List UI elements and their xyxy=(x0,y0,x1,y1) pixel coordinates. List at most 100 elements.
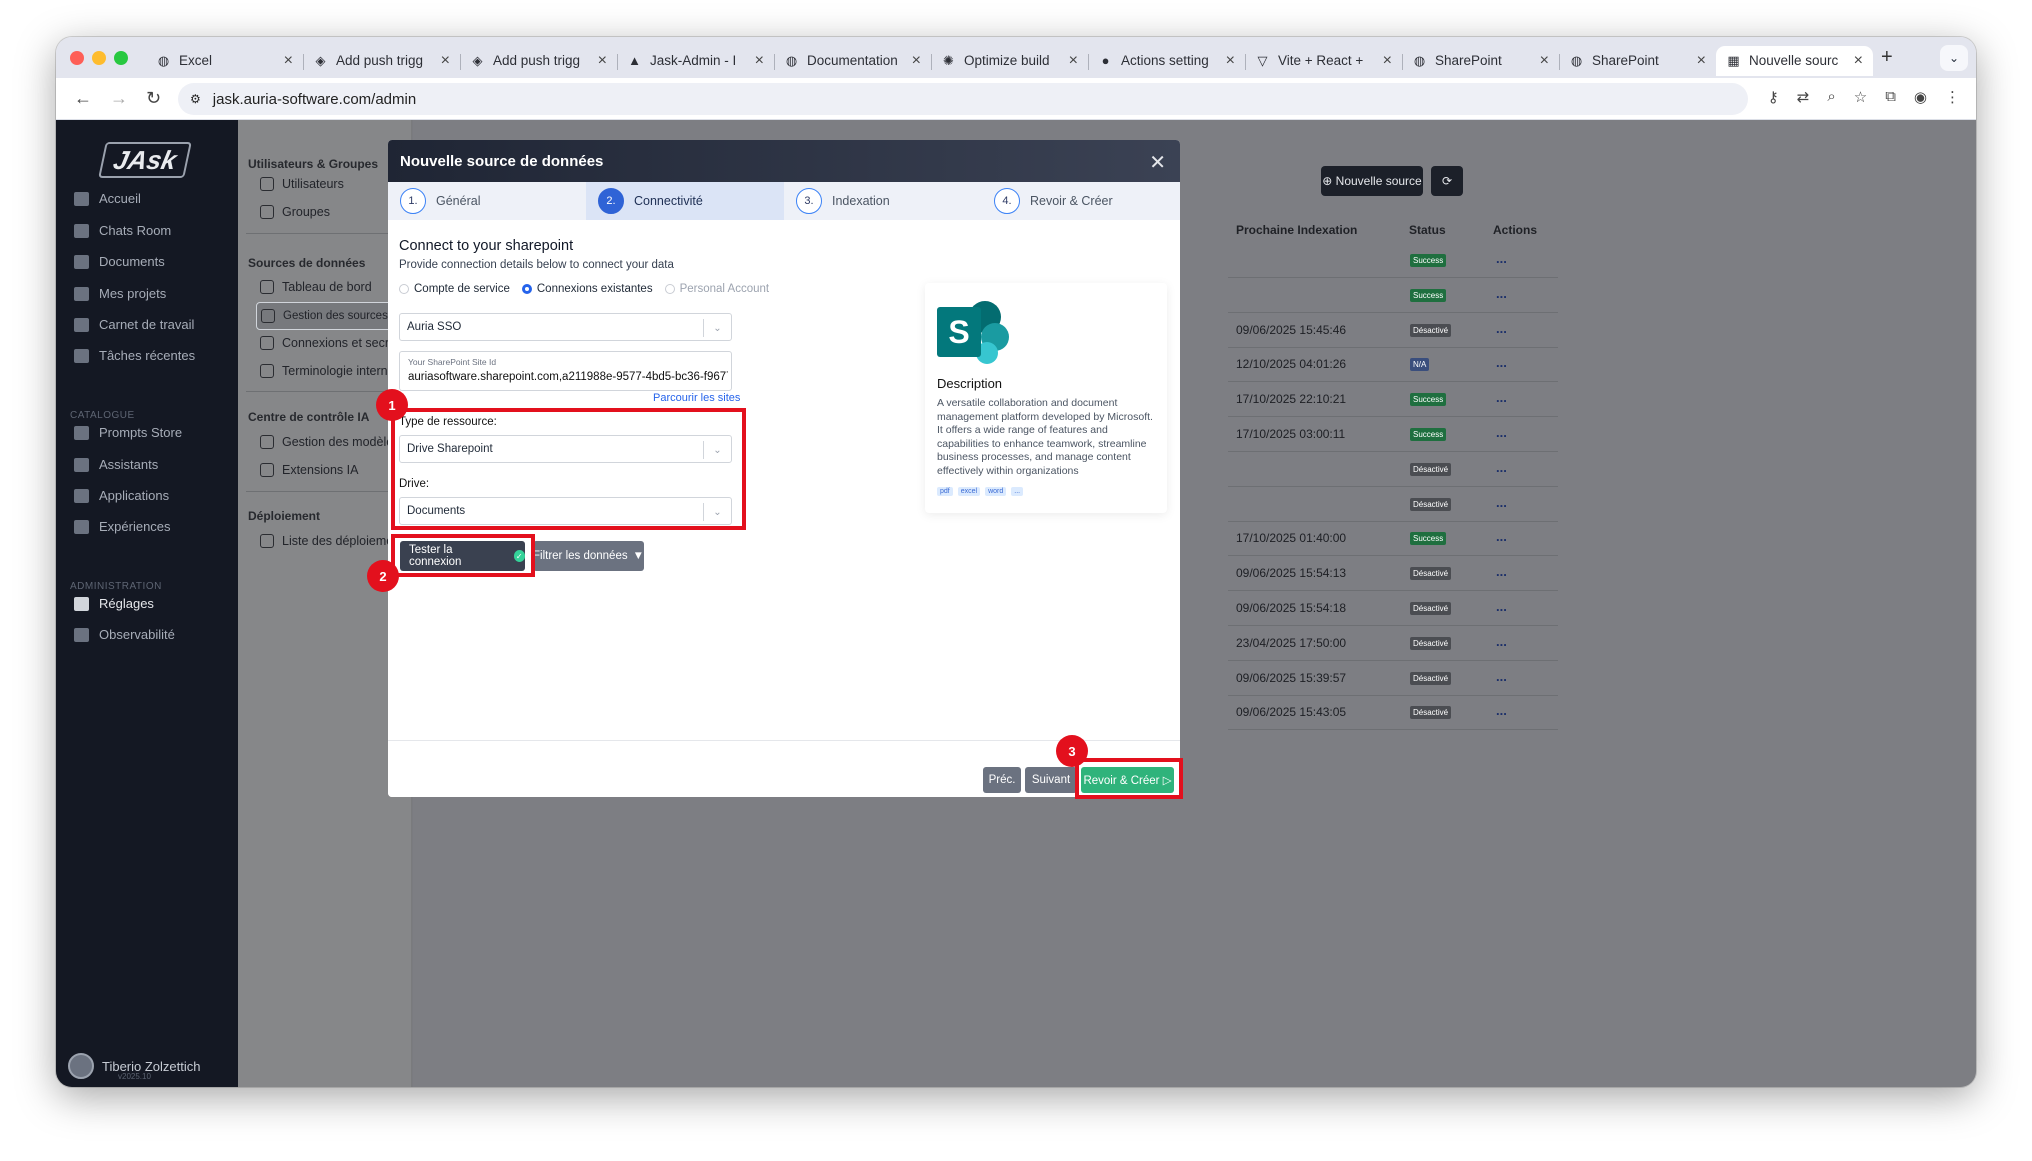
row-actions-menu[interactable]: ... xyxy=(1496,425,1507,440)
sidebar-item-prompts[interactable]: Prompts Store xyxy=(74,425,182,440)
site-settings-icon[interactable]: ⚙ xyxy=(190,92,201,106)
sidebar-item-chats-room[interactable]: Chats Room xyxy=(74,223,171,238)
submenu-group-users[interactable]: Utilisateurs & Groupes xyxy=(248,157,378,171)
submenu-group-sources[interactable]: Sources de données xyxy=(248,256,365,270)
browser-tab[interactable]: ✺ Optimize build × xyxy=(931,46,1088,76)
previous-button[interactable]: Préc. xyxy=(983,767,1021,793)
row-actions-menu[interactable]: ... xyxy=(1496,529,1507,544)
row-actions-menu[interactable]: ... xyxy=(1496,564,1507,579)
password-key-icon[interactable]: ⚷ xyxy=(1768,88,1779,106)
close-tab-icon[interactable]: × xyxy=(441,52,450,70)
bookmark-star-icon[interactable]: ☆ xyxy=(1854,88,1867,106)
radio-personal-account[interactable]: Personal Account xyxy=(664,283,769,295)
submenu-item-groupes[interactable]: Groupes xyxy=(260,205,330,219)
browser-tab[interactable]: ◈ Add push trigg × xyxy=(460,46,617,76)
submenu-item-tableau[interactable]: Tableau de bord xyxy=(260,280,372,294)
sidebar-item-accueil[interactable]: Accueil xyxy=(74,191,141,206)
table-row[interactable]: 17/10/2025 22:10:21 Success... xyxy=(1228,382,1558,418)
close-tab-icon[interactable]: × xyxy=(598,52,607,70)
table-row[interactable]: 09/06/2025 15:43:05 Désactivé... xyxy=(1228,695,1558,731)
sidebar-item-documents[interactable]: Documents xyxy=(74,254,165,269)
step-connectivite[interactable]: 2. Connectivité xyxy=(586,182,784,220)
browser-tab[interactable]: ◍ Documentation × xyxy=(774,46,931,76)
back-icon[interactable]: ← xyxy=(74,88,92,109)
sidebar-item-assistants[interactable]: Assistants xyxy=(74,457,158,472)
radio-compte-service[interactable]: Compte de service xyxy=(399,283,510,295)
submenu-group-deploiement[interactable]: Déploiement xyxy=(248,509,320,523)
row-actions-menu[interactable]: ... xyxy=(1496,355,1507,370)
table-row[interactable]: Désactivé... xyxy=(1228,487,1558,522)
close-tab-icon[interactable]: × xyxy=(1854,52,1863,70)
row-actions-menu[interactable]: ... xyxy=(1496,286,1507,301)
table-row[interactable]: 09/06/2025 15:39:57 Désactivé... xyxy=(1228,661,1558,696)
sidebar-item-carnet[interactable]: Carnet de travail xyxy=(74,317,194,332)
step-indexation[interactable]: 3. Indexation xyxy=(784,182,982,220)
table-row[interactable]: 17/10/2025 01:40:00 Success... xyxy=(1228,521,1558,557)
row-actions-menu[interactable]: ... xyxy=(1496,495,1507,510)
row-actions-menu[interactable]: ... xyxy=(1496,634,1507,649)
sidebar-item-mes-projets[interactable]: Mes projets xyxy=(74,286,166,301)
new-source-button[interactable]: ⊕ Nouvelle source xyxy=(1321,166,1423,196)
row-actions-menu[interactable]: ... xyxy=(1496,669,1507,684)
table-row[interactable]: 12/10/2025 04:01:26 N/A... xyxy=(1228,347,1558,383)
close-tab-icon[interactable]: × xyxy=(1226,52,1235,70)
close-tab-icon[interactable]: × xyxy=(1383,52,1392,70)
tab-search-button[interactable]: ⌄ xyxy=(1940,45,1968,71)
radio-connexions-existantes[interactable]: Connexions existantes xyxy=(521,283,653,295)
table-row[interactable]: Success... xyxy=(1228,243,1558,278)
table-row[interactable]: 09/06/2025 15:54:18 Désactivé... xyxy=(1228,591,1558,626)
row-actions-menu[interactable]: ... xyxy=(1496,251,1507,266)
forward-icon[interactable]: → xyxy=(110,88,128,109)
row-actions-menu[interactable]: ... xyxy=(1496,599,1507,614)
close-icon[interactable]: ✕ xyxy=(1149,150,1166,175)
table-row[interactable]: 17/10/2025 03:00:11 Success... xyxy=(1228,417,1558,452)
zoom-icon[interactable]: ⌕ xyxy=(1827,88,1835,106)
table-row[interactable]: Success... xyxy=(1228,278,1558,313)
row-actions-menu[interactable]: ... xyxy=(1496,321,1507,336)
sidebar-item-taches[interactable]: Tâches récentes xyxy=(74,348,195,363)
browser-tab[interactable]: ▽ Vite + React + × xyxy=(1245,46,1402,76)
row-actions-menu[interactable]: ... xyxy=(1496,390,1507,405)
close-window-button[interactable] xyxy=(70,50,84,65)
submenu-item-terminologie[interactable]: Terminologie interne xyxy=(260,364,395,378)
close-tab-icon[interactable]: × xyxy=(755,52,764,70)
close-tab-icon[interactable]: × xyxy=(912,52,921,70)
browser-tab[interactable]: ◍ SharePoint × xyxy=(1559,46,1716,76)
reload-icon[interactable]: ↻ xyxy=(146,88,161,109)
sidebar-item-experiences[interactable]: Expériences xyxy=(74,519,171,534)
submenu-item-connexions[interactable]: Connexions et secrets xyxy=(260,336,406,350)
minimize-window-button[interactable] xyxy=(92,50,106,65)
new-tab-button[interactable]: + xyxy=(1881,46,1893,69)
extensions-icon[interactable]: ⧉ xyxy=(1885,88,1896,106)
close-tab-icon[interactable]: × xyxy=(1069,52,1078,70)
browser-tab[interactable]: ▦ Nouvelle sourc × xyxy=(1716,45,1873,76)
submenu-item-modeles[interactable]: Gestion des modèles xyxy=(260,435,399,449)
step-revoir[interactable]: 4. Revoir & Créer xyxy=(982,182,1180,220)
submenu-group-ia[interactable]: Centre de contrôle IA xyxy=(248,410,369,424)
browser-menu-icon[interactable]: ⋮ xyxy=(1945,88,1960,106)
table-row[interactable]: Désactivé... xyxy=(1228,452,1558,487)
maximize-window-button[interactable] xyxy=(114,50,128,65)
browser-tab[interactable]: ◍ SharePoint × xyxy=(1402,46,1559,76)
translate-icon[interactable]: ⇄ xyxy=(1797,88,1810,106)
connection-select[interactable]: Auria SSO ⌄ xyxy=(399,313,732,341)
browser-tab[interactable]: ◍ Excel × xyxy=(146,46,303,76)
browse-sites-link[interactable]: Parcourir les sites xyxy=(653,392,740,404)
submenu-item-utilisateurs[interactable]: Utilisateurs xyxy=(260,177,344,191)
col-status[interactable]: Status xyxy=(1409,223,1446,237)
submenu-item-gestion-sources[interactable]: Gestion des sources xyxy=(256,302,396,330)
close-tab-icon[interactable]: × xyxy=(284,52,293,70)
filter-data-button[interactable]: Filtrer les données ▼ xyxy=(533,541,644,571)
browser-tab[interactable]: ◈ Add push trigg × xyxy=(303,46,460,76)
sharepoint-site-id-field[interactable]: Your SharePoint Site Id auriasoftware.sh… xyxy=(399,351,732,391)
refresh-button[interactable]: ⟳ xyxy=(1431,166,1463,196)
profile-avatar[interactable]: ◉ xyxy=(1914,88,1927,106)
next-button[interactable]: Suivant xyxy=(1025,767,1077,793)
sidebar-item-reglages[interactable]: Réglages xyxy=(74,596,154,611)
submenu-item-extensions[interactable]: Extensions IA xyxy=(260,463,358,477)
sidebar-item-observabilite[interactable]: Observabilité xyxy=(74,627,175,642)
sidebar-item-applications[interactable]: Applications xyxy=(74,488,169,503)
col-next-index[interactable]: Prochaine Indexation xyxy=(1236,223,1357,237)
row-actions-menu[interactable]: ... xyxy=(1496,460,1507,475)
close-tab-icon[interactable]: × xyxy=(1697,52,1706,70)
